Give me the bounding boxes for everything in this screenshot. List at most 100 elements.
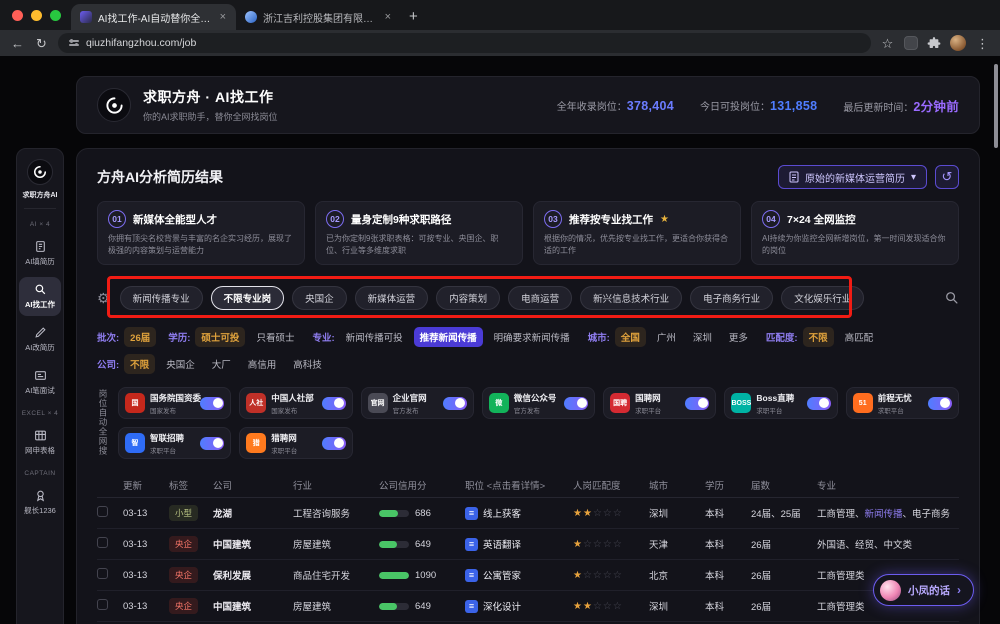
chip-culture-industry[interactable]: 文化娱乐行业 [781, 286, 864, 310]
sidebar-item-fill-resume[interactable]: AI填简历 [19, 234, 61, 273]
job-link[interactable]: ≡英语翻译 [465, 537, 569, 551]
document-pen-icon [34, 240, 47, 253]
platform-toggle[interactable] [322, 397, 346, 410]
window-close-button[interactable] [12, 10, 23, 21]
col-credit: 公司信用分 [379, 478, 465, 492]
medal-icon [34, 489, 47, 502]
tab-inactive[interactable]: 浙江吉利控股集团有限公司 - 校... × [236, 4, 401, 30]
filter-option[interactable]: 只看硕士 [250, 327, 300, 347]
new-tab-button[interactable]: + [409, 8, 418, 25]
chip-ecommerce-ops[interactable]: 电商运营 [508, 286, 572, 310]
filter-option[interactable]: 深圳 [687, 327, 718, 347]
filter-option[interactable]: 新闻传播可投 [340, 327, 409, 347]
row-checkbox[interactable] [97, 506, 108, 517]
platform-sub-label: 求职平台 [635, 405, 661, 415]
job-link[interactable]: ≡深化设计 [465, 599, 569, 613]
sidebar-item-captain[interactable]: 舰长1236 [19, 483, 61, 522]
filter-label: 公司: [97, 357, 119, 371]
filter-option[interactable]: 大厂 [206, 354, 237, 374]
platform-toggle[interactable] [564, 397, 588, 410]
filter-option[interactable]: 推荐新闻传播 [414, 327, 483, 347]
platform-toggle[interactable] [807, 397, 831, 410]
tab-active[interactable]: AI找工作-AI自动替你全网找工... × [71, 4, 236, 30]
analysis-header: 方舟AI分析简历结果 原始的新媒体运营简历 ▾ ↺ [97, 165, 959, 189]
filter-option[interactable]: 央国企 [160, 354, 201, 374]
extensions-puzzle-icon[interactable] [927, 36, 941, 50]
col-major: 专业 [817, 478, 959, 492]
resume-select-button[interactable]: 原始的新媒体运营简历 ▾ [778, 165, 927, 189]
chip-new-media-ops[interactable]: 新媒体运营 [355, 286, 429, 310]
cell-city: 天津 [649, 537, 705, 551]
filter-option[interactable]: 26届 [124, 327, 156, 347]
row-checkbox[interactable] [97, 599, 108, 610]
cell-industry: 商品住宅开发 [293, 568, 379, 582]
job-link[interactable]: ≡线上获客 [465, 506, 569, 520]
filter-option[interactable]: 广州 [651, 327, 682, 347]
platform-toggle[interactable] [200, 437, 224, 450]
platform-toggle[interactable] [443, 397, 467, 410]
col-city: 城市 [649, 478, 705, 492]
page-body: 求职方舟 · AI找工作 你的AI求职助手，替你全网找岗位 全年收录岗位：378… [0, 56, 1000, 624]
site-settings-icon[interactable] [69, 40, 79, 45]
filter-option[interactable]: 全国 [615, 327, 646, 347]
filter-label: 匹配度: [766, 330, 798, 344]
window-zoom-button[interactable] [50, 10, 61, 21]
filter-option[interactable]: 高信用 [242, 354, 283, 374]
platform-brand-icon: 国聘 [610, 393, 630, 413]
filter-option[interactable]: 高科技 [287, 354, 328, 374]
chip-any-major[interactable]: 不限专业岗 [211, 286, 285, 310]
profile-avatar[interactable] [950, 35, 966, 51]
chip-it-industry[interactable]: 新兴信息技术行业 [580, 286, 682, 310]
sidebar-item-edit-resume[interactable]: AI改简历 [19, 320, 61, 359]
extension-icon[interactable] [904, 36, 918, 50]
browser-menu-icon[interactable]: ⋮ [975, 37, 990, 50]
platform-toggle[interactable] [200, 397, 224, 410]
stat-last-update: 最后更新时间：2分钟前 [843, 96, 959, 115]
bookmark-star-icon[interactable]: ☆ [880, 37, 895, 50]
tab-title: AI找工作-AI自动替你全网找工... [98, 10, 213, 25]
jobs-table: 更新 标签 公司 行业 公司信用分 职位 <点击看详情> 人岗匹配度 城市 学历… [97, 472, 959, 622]
analysis-card-3: 03推荐按专业找工作★ 根据你的情况，优先按专业找工作，更适合你获得合适的工作 [533, 201, 741, 265]
filter-option[interactable]: 不限 [124, 354, 155, 374]
platform-toggle[interactable] [322, 437, 346, 450]
card-title: 推荐按专业找工作 [569, 212, 653, 227]
sidebar-item-interview[interactable]: AI笔面试 [19, 363, 61, 402]
job-doc-icon: ≡ [465, 600, 478, 613]
search-icon[interactable] [945, 291, 959, 305]
job-link[interactable]: ≡公寓管家 [465, 568, 569, 582]
chip-major-journalism[interactable]: 新闻传播专业 [120, 286, 203, 310]
row-checkbox[interactable] [97, 537, 108, 548]
row-checkbox[interactable] [97, 568, 108, 579]
page-scrollbar[interactable] [994, 64, 998, 148]
col-tag: 标签 [169, 478, 213, 492]
reload-icon[interactable]: ↻ [34, 37, 49, 50]
platform-brand-icon: 人社 [246, 393, 266, 413]
filter-label: 专业: [312, 330, 334, 344]
gear-icon[interactable]: ⚙ [97, 290, 110, 307]
chip-ecommerce-industry[interactable]: 电子商务行业 [690, 286, 773, 310]
filter-label: 城市: [588, 330, 610, 344]
refresh-analysis-button[interactable]: ↺ [935, 165, 959, 189]
tab-close-icon[interactable]: × [384, 11, 392, 23]
tab-bar: AI找工作-AI自动替你全网找工... × 浙江吉利控股集团有限公司 - 校..… [0, 0, 1000, 30]
filter-option[interactable]: 硕士可投 [195, 327, 245, 347]
chip-content-planning[interactable]: 内容策划 [436, 286, 500, 310]
table-row: 03-13 小型 龙湖 工程咨询服务 686 ≡线上获客 ★★☆☆☆ 深圳 本科… [97, 498, 959, 529]
filter-option[interactable]: 高匹配 [839, 327, 880, 347]
chip-soe[interactable]: 央国企 [292, 286, 347, 310]
address-bar[interactable]: qiuzhifangzhou.com/job [58, 33, 871, 53]
tab-close-icon[interactable]: × [219, 11, 227, 23]
platform-name: 猎聘网 [271, 432, 297, 444]
sidebar-item-apply-table[interactable]: 网申表格 [19, 423, 61, 462]
platform-toggle[interactable] [685, 397, 709, 410]
tab-title: 浙江吉利控股集团有限公司 - 校... [263, 10, 378, 25]
back-icon[interactable]: ← [10, 37, 25, 50]
platform-toggle[interactable] [928, 397, 952, 410]
assistant-chat-button[interactable]: 小凤的话 › [873, 574, 974, 606]
sidebar-item-find-job[interactable]: AI找工作 [19, 277, 61, 316]
filter-option[interactable]: 明确要求新闻传播 [488, 327, 576, 347]
window-minimize-button[interactable] [31, 10, 42, 21]
filter-option-more[interactable]: 更多 [723, 327, 754, 347]
filter-option[interactable]: 不限 [803, 327, 834, 347]
analysis-card-2: 02量身定制9种求职路径 已为你定制9张求职表格：可按专业、央国企、职位、行业等… [315, 201, 523, 265]
